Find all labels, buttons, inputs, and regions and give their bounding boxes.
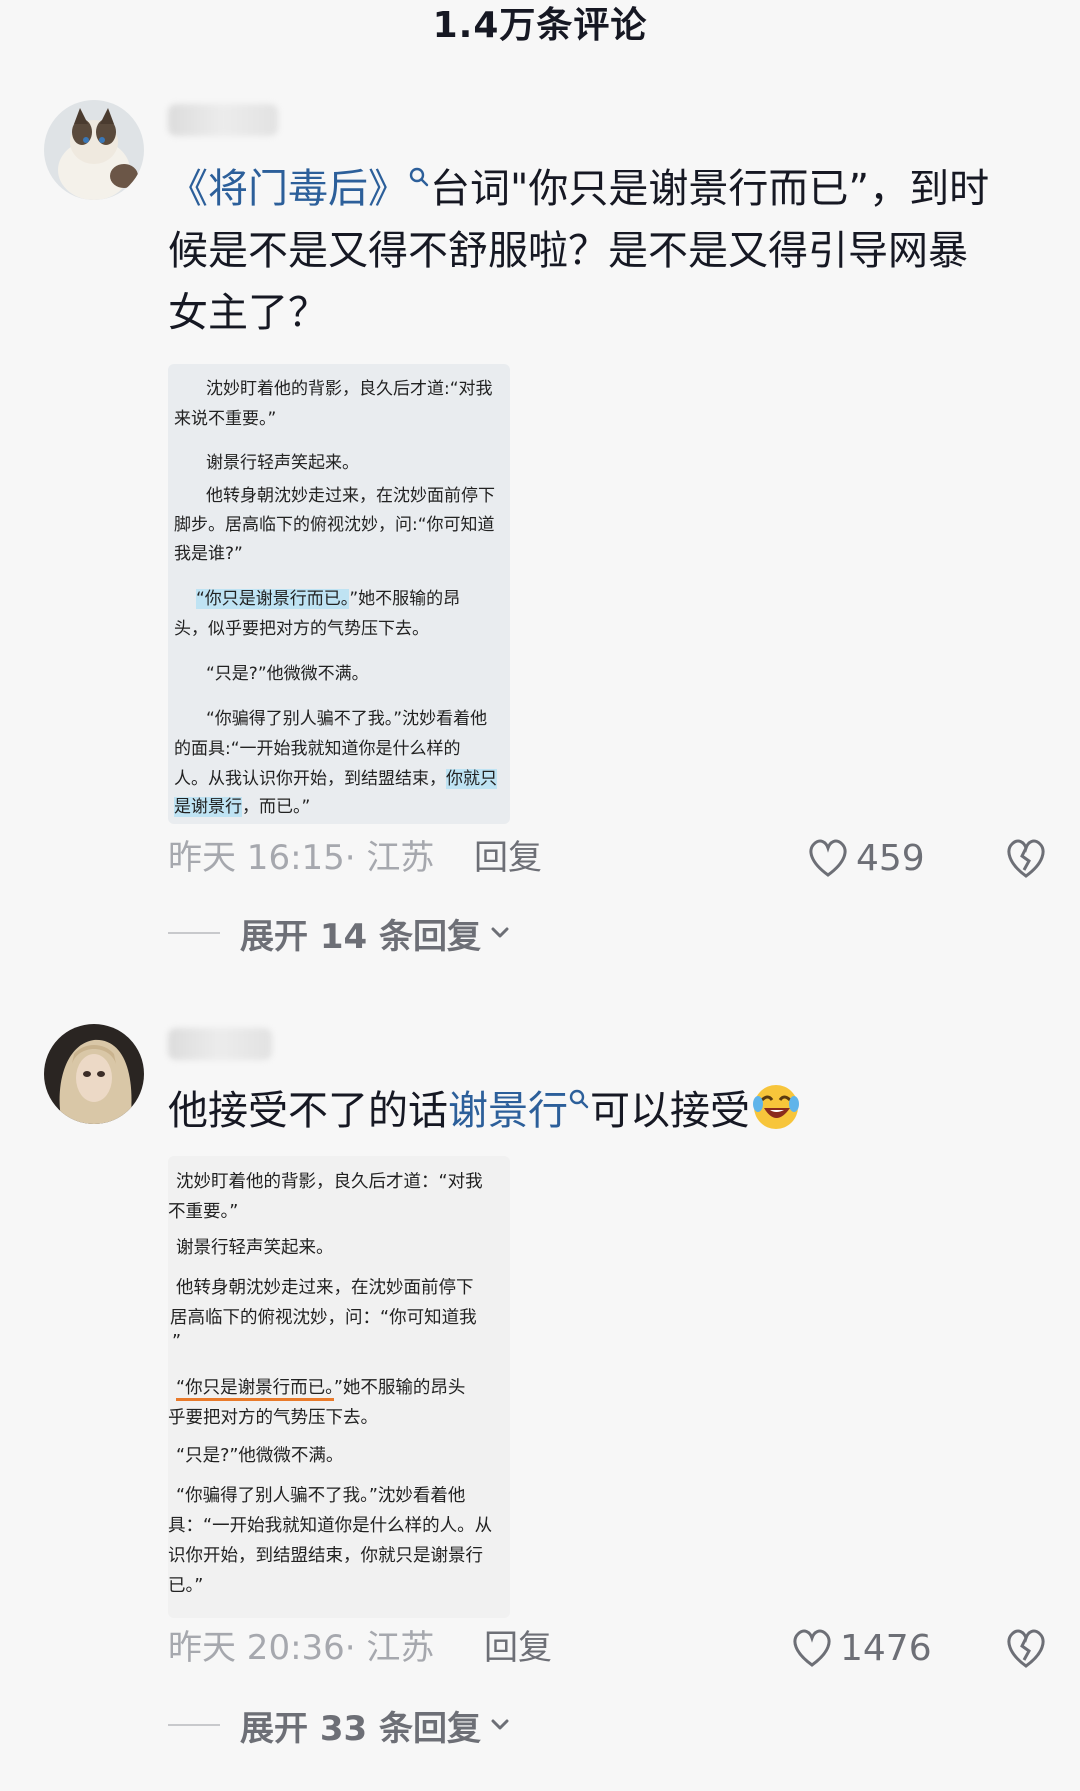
username-blurred[interactable] xyxy=(168,1028,272,1060)
like-button[interactable]: 1476 xyxy=(790,1626,932,1670)
quote-line: 脚步。居高临下的俯视沈妙，问:“你可知道 xyxy=(174,515,495,535)
heart-icon xyxy=(793,1629,831,1667)
expand-replies-button[interactable]: 展开 14 条回复 xyxy=(168,908,511,958)
quote-line: ” xyxy=(172,1332,182,1352)
quote-line: 识你开始，到结盟结束，你就只是谢景行 xyxy=(168,1546,483,1566)
quote-line-highlight: 人。从我认识你开始，到结盟结束，你就只 xyxy=(174,769,497,789)
quote-image[interactable]: 沈妙盯着他的背影，良久后才道：“对我 不重要。” 谢景行轻声笑起来。 他转身朝沈… xyxy=(168,1156,510,1618)
quote-line: 具：“一开始我就知道你是什么样的人。从 xyxy=(168,1516,493,1536)
quote-line-underlined: “你只是谢景行而已。”她不服输的昂头 xyxy=(176,1374,465,1401)
quote-line-highlight: “你只是谢景行而已。”她不服输的昂 xyxy=(196,589,461,609)
chevron-down-icon xyxy=(491,927,509,938)
avatar[interactable] xyxy=(44,1024,144,1124)
expand-divider xyxy=(168,932,220,934)
quote-line: 头，似乎要把对方的气势压下去。 xyxy=(174,619,429,639)
comment-meta: 昨天 20:36· 江苏 回复 1476 xyxy=(168,1622,1048,1674)
chevron-down-icon xyxy=(491,1719,509,1730)
topic-link[interactable]: 谢景行 xyxy=(448,1088,568,1134)
quote-line: “你骗得了别人骗不了我。”沈妙看着他 xyxy=(176,1486,466,1506)
like-count: 1476 xyxy=(840,1627,932,1669)
comments-header: 1.4万条评论 xyxy=(0,0,1080,60)
reply-button[interactable]: 回复 xyxy=(474,832,542,884)
quote-line: 我是谁?” xyxy=(174,544,243,564)
dislike-broken-heart-icon[interactable] xyxy=(1004,836,1048,880)
expand-replies-label: 展开 33 条回复 xyxy=(240,1708,481,1749)
like-count: 459 xyxy=(856,837,925,879)
quote-line: “只是?”他微微不满。 xyxy=(206,664,369,684)
quote-line: 的面具:“一开始我就知道你是什么样的 xyxy=(174,739,461,759)
quote-line: 沈妙盯着他的背影，良久后才道：“对我 xyxy=(176,1172,483,1192)
comment-text-line: 台词"你只是谢景行而已”，到时 xyxy=(430,166,990,212)
portrait-avatar-icon xyxy=(44,1024,144,1124)
quote-image[interactable]: 沈妙盯着他的背影，良久后才道:“对我 来说不重要。” 谢景行轻声笑起来。 他转身… xyxy=(168,364,510,824)
heart-icon xyxy=(809,839,847,877)
search-icon[interactable] xyxy=(408,166,430,188)
expand-replies-label: 展开 14 条回复 xyxy=(240,916,481,957)
quote-line: 来说不重要。” xyxy=(174,409,277,429)
expand-divider xyxy=(168,1724,220,1726)
like-button[interactable]: 459 xyxy=(806,836,925,880)
quote-line: 居高临下的俯视沈妙，问：“你可知道我 xyxy=(170,1308,477,1328)
quote-line: 谢景行轻声笑起来。 xyxy=(176,1238,334,1258)
quote-line: 他转身朝沈妙走过来，在沈妙面前停下 xyxy=(176,1278,474,1298)
expand-replies-button[interactable]: 展开 33 条回复 xyxy=(168,1700,511,1750)
comment-text-line: 候是不是又得不舒服啦？是不是又得引导网暴 xyxy=(168,228,968,274)
quote-line: 沈妙盯着他的背影，良久后才道:“对我 xyxy=(206,379,493,399)
comment-time-location: 昨天 20:36· 江苏 xyxy=(168,1628,435,1668)
quote-line: 他转身朝沈妙走过来，在沈妙面前停下 xyxy=(206,486,495,506)
avatar[interactable] xyxy=(44,100,144,200)
cat-avatar-icon xyxy=(44,100,144,200)
comment-text-line: 女主了？ xyxy=(168,290,328,336)
quote-line: 已。” xyxy=(168,1576,204,1596)
quote-line: 谢景行轻声笑起来。 xyxy=(206,453,359,473)
username-blurred[interactable] xyxy=(168,104,278,136)
comment-text-segment: 可以接受 xyxy=(590,1088,750,1134)
comment-count-title: 1.4万条评论 xyxy=(432,5,648,46)
quote-line: 不重要。” xyxy=(168,1202,239,1222)
comment-time-location: 昨天 16:15· 江苏 xyxy=(168,838,435,878)
quote-line: 乎要把对方的气势压下去。 xyxy=(168,1408,378,1428)
comment-meta: 昨天 16:15· 江苏 回复 459 xyxy=(168,832,1048,884)
comment-text-segment: 他接受不了的话 xyxy=(168,1088,448,1134)
quote-line-highlight: 是谢景行，而已。” xyxy=(174,797,311,817)
laughing-crying-emoji-icon xyxy=(753,1085,799,1129)
search-icon[interactable] xyxy=(568,1088,590,1110)
reply-button[interactable]: 回复 xyxy=(484,1622,552,1674)
topic-link[interactable]: 《将门毒后》 xyxy=(168,166,408,212)
quote-line: “你骗得了别人骗不了我。”沈妙看着他 xyxy=(206,709,488,729)
comment-text: 他接受不了的话谢景行 可以接受 xyxy=(168,1080,1048,1142)
quote-line: “只是?”他微微不满。 xyxy=(176,1446,344,1466)
comment-text: 《将门毒后》 台词"你只是谢景行而已”，到时 候是不是又得不舒服啦？是不是又得引导… xyxy=(168,158,1048,344)
dislike-broken-heart-icon[interactable] xyxy=(1004,1626,1048,1670)
